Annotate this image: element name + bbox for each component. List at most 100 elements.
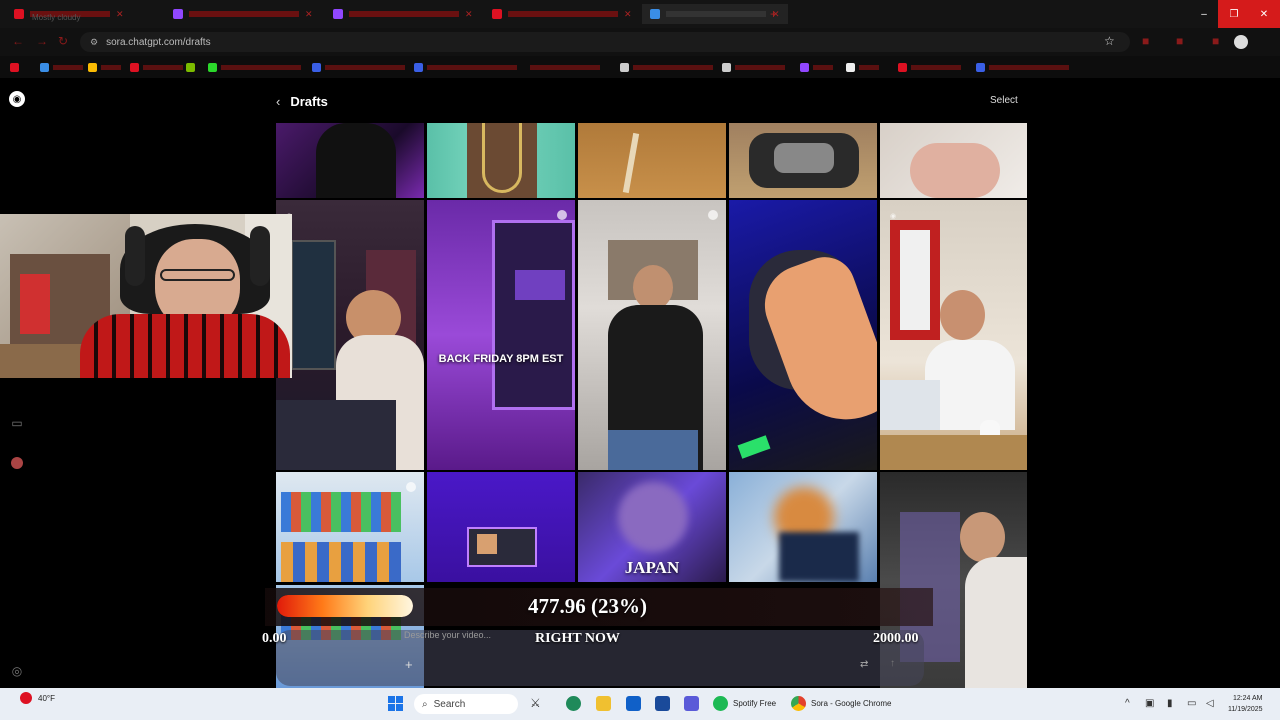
bookmark-icon [898,62,907,72]
draft-tile[interactable] [729,200,877,470]
page-title: Drafts [290,94,328,109]
taskbar-app-label: Spotify Free [733,699,777,708]
search-label: Search [433,698,466,710]
search-icon: ⌕ [422,698,428,710]
sora-mark-icon [406,482,416,492]
outlook-icon[interactable] [626,696,641,711]
draft-tile[interactable]: BACK FRIDAY 8PM EST [427,200,575,470]
tab-favicon-icon [173,9,183,19]
goal-amount: 477.96 (23%) [528,594,647,618]
chrome-icon [791,696,806,711]
browser-tab[interactable]: ✕ [484,4,640,24]
browser-tab-bar: ✕ ✕ ✕ ✕ ✕ + – ❐ ✕ [0,0,1280,28]
store-icon[interactable] [655,696,670,711]
bookmark-item[interactable] [846,61,879,73]
url-field[interactable]: ⚙ sora.chatgpt.com/drafts [80,32,1130,52]
weather-icon [20,692,32,704]
avatar-icon[interactable] [11,457,23,469]
teams-icon[interactable] [684,696,699,711]
bookmark-star-icon[interactable]: ☆ [1104,34,1115,48]
bookmark-item[interactable] [40,61,83,73]
bookmark-item[interactable] [10,61,19,73]
draft-tile[interactable] [578,200,726,470]
goal-progress-bar [277,595,413,617]
file-explorer-icon[interactable] [596,696,611,711]
taskbar-search[interactable]: ⌕ Search [414,694,518,714]
tray-app-icon[interactable]: ▣ [1145,698,1154,709]
site-info-icon[interactable]: ⚙ [90,37,98,48]
arrow-up-icon[interactable]: ↑ [890,658,895,669]
minimize-button[interactable]: – [1188,0,1220,28]
back-nav-icon[interactable]: ← [12,34,24,48]
bookmark-item[interactable] [898,61,961,73]
draft-tile[interactable] [427,472,575,582]
maximize-button[interactable]: ❐ [1218,0,1250,28]
bookmark-item[interactable] [530,61,600,73]
draft-tile[interactable] [729,123,877,198]
bookmark-icon [40,62,49,72]
bookmark-icon [88,62,97,72]
bookmark-icon [130,62,139,72]
draft-tile[interactable] [578,123,726,198]
new-tab-button[interactable]: + [762,4,785,24]
close-tab-icon[interactable]: ✕ [624,9,632,20]
draft-tile[interactable]: JAPAN [578,472,726,582]
chat-icon[interactable]: ▭ [10,416,24,430]
bookmark-item[interactable] [312,61,405,73]
volume-icon[interactable]: ◁ [1206,698,1214,709]
sora-mark-icon [708,210,718,220]
bookmark-item[interactable] [722,61,785,73]
taskbar-clock[interactable]: 12:24 AM 11/19/2025 [1228,693,1263,715]
bookmark-icon [414,62,423,72]
bookmark-item[interactable] [414,61,517,73]
sora-logo-icon[interactable]: ◉ [9,91,25,107]
extension-icon[interactable]: ■ [1142,34,1149,48]
reload-icon[interactable]: ↻ [58,34,68,48]
tab-favicon-icon [492,9,502,19]
network-icon[interactable]: ▭ [1187,698,1196,709]
draft-tile[interactable] [880,123,1027,198]
close-window-button[interactable]: ✕ [1248,0,1280,28]
bookmark-item[interactable] [800,61,833,73]
widgets-icon[interactable]: ⚔ [530,696,545,711]
browser-tab[interactable]: ✕ [325,4,481,24]
drafts-header: ‹ Drafts [276,94,328,109]
draft-tile[interactable] [729,472,877,582]
bookmark-icon [186,62,195,72]
weather-widget[interactable]: 40°F [20,692,55,704]
tray-chevron-icon[interactable]: ^ [1125,698,1130,709]
bookmark-item[interactable] [186,61,195,73]
prompt-input[interactable]: Describe your video... [404,630,491,640]
tray-app-icon[interactable]: ▮ [1167,698,1173,709]
draft-tile[interactable] [276,123,424,198]
close-tab-icon[interactable]: ✕ [305,9,313,20]
taskbar-app-chrome[interactable]: Sora - Google Chrome [791,696,891,711]
browser-tab[interactable]: ✕ [165,4,321,24]
bookmark-item[interactable] [208,61,301,73]
bookmark-item[interactable] [976,61,1069,73]
clock-date: 11/19/2025 [1228,706,1263,713]
clock-time: 12:24 AM [1232,695,1263,702]
edge-icon[interactable] [566,696,581,711]
forward-nav-icon[interactable]: → [36,34,48,48]
sliders-icon[interactable]: ⇄ [860,659,868,670]
bookmark-item[interactable] [130,61,183,73]
plus-icon[interactable]: + [405,657,413,672]
close-tab-icon[interactable]: ✕ [116,9,124,20]
draft-tile[interactable]: ◉ [880,200,1027,470]
draft-tile[interactable] [276,472,424,582]
draft-tile[interactable] [427,123,575,198]
bookmark-item[interactable] [88,61,121,73]
draft-tile[interactable]: ◉ [276,200,424,470]
close-tab-icon[interactable]: ✕ [465,9,473,20]
tab-favicon-icon [650,9,660,19]
extension-icon[interactable]: ■ [1212,34,1219,48]
taskbar-app-spotify[interactable]: Spotify Free [713,696,776,711]
profile-avatar[interactable] [1234,35,1248,49]
windows-start-icon[interactable] [388,696,403,711]
settings-icon[interactable]: ◎ [10,664,24,678]
select-button[interactable]: Select [990,95,1018,106]
extension-icon[interactable]: ■ [1176,34,1183,48]
chevron-left-icon[interactable]: ‹ [276,94,280,109]
bookmark-item[interactable] [620,61,713,73]
